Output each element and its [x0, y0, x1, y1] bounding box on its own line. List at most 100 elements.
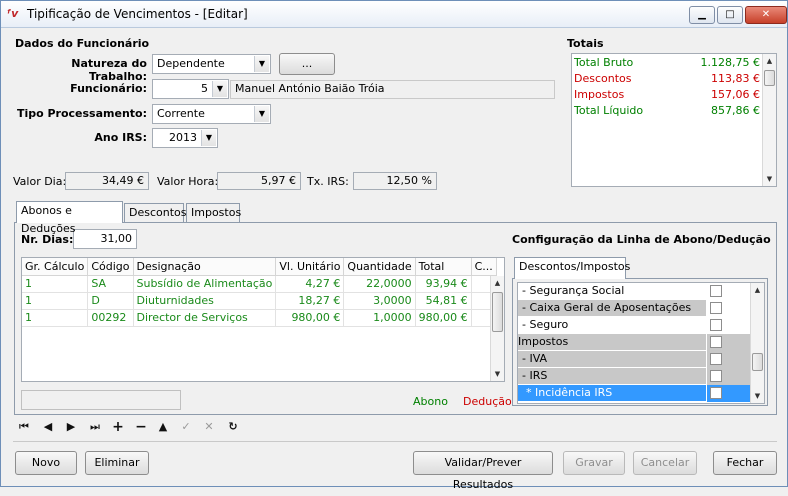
table-cell[interactable]: 3,0000 — [343, 292, 416, 310]
chevron-down-icon[interactable]: ▼ — [254, 56, 269, 72]
table-cell[interactable]: 1 — [22, 309, 89, 327]
config-checkbox[interactable] — [710, 336, 722, 348]
employee-section-title: Dados do Funcionário — [15, 37, 150, 50]
abonos-grid[interactable]: Gr. Cálculo Código Designação Vl. Unitár… — [21, 257, 505, 382]
config-row-label: - Segurança Social — [522, 284, 625, 297]
scroll-down-icon[interactable]: ▼ — [751, 389, 764, 403]
table-cell[interactable]: 54,81 € — [415, 292, 472, 310]
table-cell[interactable]: 980,00 € — [415, 309, 472, 327]
config-checkbox[interactable] — [710, 319, 722, 331]
title-bar[interactable]: ᶠv Tipificação de Vencimentos - [Editar]… — [1, 1, 787, 28]
scroll-down-icon[interactable]: ▼ — [763, 172, 776, 186]
post-icon[interactable]: ✓ — [179, 419, 193, 435]
column-header[interactable]: Gr. Cálculo — [22, 258, 89, 276]
totals-label: Descontos — [574, 72, 632, 85]
tab-descontos-impostos[interactable]: Descontos/Impostos — [514, 257, 630, 279]
scroll-down-icon[interactable]: ▼ — [491, 367, 504, 381]
ano-irs-select[interactable]: 2013 ▼ — [152, 128, 218, 148]
nr-dias-input[interactable]: 31,00 — [73, 229, 137, 249]
config-checkbox[interactable] — [710, 387, 722, 399]
refresh-icon[interactable]: ↻ — [226, 419, 240, 435]
funcionario-select[interactable]: 5 ▼ — [152, 79, 229, 99]
config-checkbox[interactable] — [710, 302, 722, 314]
last-record-icon[interactable]: ⏭ — [88, 419, 102, 435]
next-record-icon[interactable]: ▶ — [64, 419, 78, 435]
scroll-thumb[interactable] — [764, 70, 775, 86]
table-row[interactable]: 1 SA Subsídio de Alimentação 4,27 € 22,0… — [22, 275, 497, 293]
scroll-up-icon[interactable]: ▲ — [491, 276, 504, 290]
table-cell[interactable]: D — [87, 292, 134, 310]
scroll-up-icon[interactable]: ▲ — [763, 54, 776, 68]
maximize-button[interactable]: □ — [717, 6, 743, 24]
totals-row: Total Bruto 1.128,75 € — [574, 55, 760, 71]
totals-list[interactable]: Total Bruto 1.128,75 € Descontos 113,83 € … — [571, 53, 777, 187]
chevron-down-icon[interactable]: ▼ — [201, 130, 216, 146]
scroll-thumb[interactable] — [492, 292, 503, 332]
column-header[interactable]: Vl. Unitário — [275, 258, 345, 276]
tipo-processamento-select[interactable]: Corrente ▼ — [152, 104, 271, 124]
table-cell[interactable]: Director de Serviços — [133, 309, 277, 327]
config-row-label: - IRS — [522, 369, 548, 382]
table-cell[interactable]: 93,94 € — [415, 275, 472, 293]
cancelar-button[interactable]: Cancelar — [633, 451, 697, 475]
delete-icon[interactable]: − — [134, 419, 148, 435]
chevron-down-icon[interactable]: ▼ — [254, 106, 269, 122]
fechar-button[interactable]: Fechar — [713, 451, 777, 475]
natureza-select[interactable]: Dependente ▼ — [152, 54, 271, 74]
first-record-icon[interactable]: ⏮ — [17, 419, 31, 435]
ellipsis-button[interactable]: ... — [279, 53, 335, 75]
minimize-button[interactable]: ▁ — [689, 6, 715, 24]
tab-impostos[interactable]: Impostos — [186, 203, 241, 223]
edit-icon[interactable]: ▲ — [156, 419, 170, 435]
config-row[interactable]: Impostos — [518, 334, 750, 351]
table-cell[interactable]: 4,27 € — [275, 275, 345, 293]
table-cell[interactable]: 980,00 € — [275, 309, 345, 327]
totals-scrollbar[interactable]: ▲ ▼ — [762, 54, 776, 186]
column-header[interactable]: Total — [415, 258, 472, 276]
totals-value: 1.128,75 € — [700, 56, 760, 69]
config-row-label: - Seguro — [522, 318, 569, 331]
scroll-thumb[interactable] — [752, 353, 763, 371]
column-header[interactable]: C... — [471, 258, 497, 276]
table-cell[interactable]: 22,0000 — [343, 275, 416, 293]
gravar-button[interactable]: Gravar — [563, 451, 625, 475]
config-checkbox[interactable] — [710, 285, 722, 297]
config-row[interactable]: - IVA — [518, 351, 750, 368]
chevron-down-icon[interactable]: ▼ — [212, 81, 227, 97]
close-button[interactable]: ✕ — [745, 6, 787, 24]
table-row[interactable]: 1 00292 Director de Serviços 980,00 € 1,… — [22, 309, 497, 327]
tab-descontos[interactable]: Descontos — [124, 203, 187, 223]
config-checkbox[interactable] — [710, 353, 722, 365]
cancel-icon[interactable]: ✕ — [202, 419, 216, 435]
scroll-up-icon[interactable]: ▲ — [751, 283, 764, 297]
table-cell[interactable]: SA — [87, 275, 134, 293]
table-cell[interactable]: 1 — [22, 275, 89, 293]
config-row[interactable]: - IRS — [518, 368, 750, 385]
config-row[interactable]: - Seguro — [518, 317, 750, 334]
table-cell[interactable]: 18,27 € — [275, 292, 345, 310]
config-list[interactable]: - Segurança Social - Caixa Geral de Apos… — [517, 282, 765, 404]
table-cell[interactable]: Subsídio de Alimentação — [133, 275, 277, 293]
novo-button[interactable]: Novo — [15, 451, 77, 475]
config-row[interactable]: - Caixa Geral de Aposentações — [518, 300, 750, 317]
grid-scrollbar[interactable]: ▲ ▼ — [490, 276, 504, 381]
insert-icon[interactable]: + — [111, 419, 125, 435]
config-row[interactable]: - Segurança Social — [518, 283, 750, 300]
table-cell[interactable]: Diuturnidades — [133, 292, 277, 310]
tab-abonos-deducoes[interactable]: Abonos e Deduções — [16, 201, 123, 235]
config-checkbox[interactable] — [710, 370, 722, 382]
validar-button[interactable]: Validar/Prever Resultados — [413, 451, 553, 491]
prev-record-icon[interactable]: ◀ — [41, 419, 55, 435]
table-cell[interactable]: 1 — [22, 292, 89, 310]
table-cell[interactable]: 00292 — [87, 309, 134, 327]
config-scrollbar[interactable]: ▲ ▼ — [750, 283, 764, 403]
config-row[interactable]: * Incidência IRS — [518, 385, 750, 402]
abonos-table: Gr. Cálculo Código Designação Vl. Unitár… — [22, 258, 497, 327]
column-header[interactable]: Designação — [133, 258, 277, 276]
table-row[interactable]: 1 D Diuturnidades 18,27 € 3,0000 54,81 € — [22, 292, 497, 310]
table-cell[interactable]: 1,0000 — [343, 309, 416, 327]
eliminar-button[interactable]: Eliminar — [85, 451, 149, 475]
column-header[interactable]: Código — [87, 258, 134, 276]
column-header[interactable]: Quantidade — [343, 258, 416, 276]
valor-dia-label: Valor Dia: — [13, 175, 67, 188]
